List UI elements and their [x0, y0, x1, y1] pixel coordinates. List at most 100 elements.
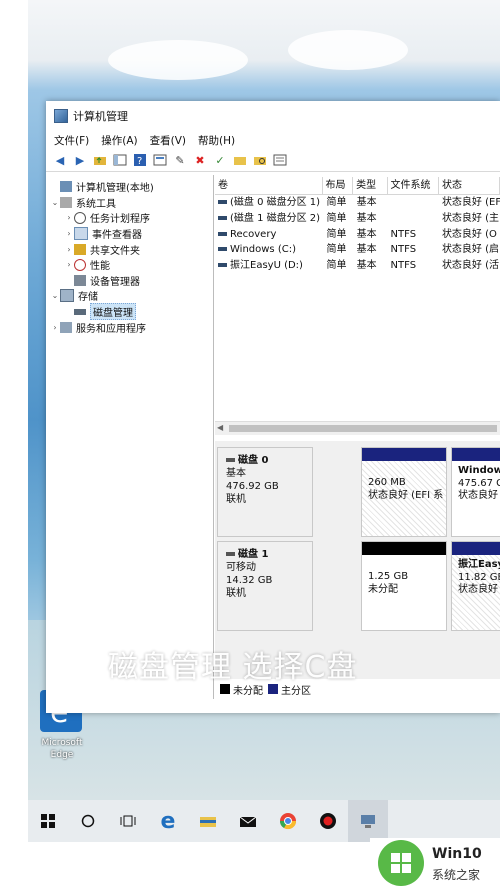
cloud	[288, 30, 408, 70]
volume-icon	[218, 200, 227, 204]
chrome-icon[interactable]	[268, 800, 308, 842]
volume-name: Windows (C:)	[230, 244, 296, 256]
chevron-right-icon[interactable]: ›	[64, 213, 74, 222]
properties-icon[interactable]	[152, 152, 168, 168]
scrollbar-thumb[interactable]	[229, 425, 497, 432]
volume-layout: 简单	[326, 228, 347, 240]
chevron-right-icon[interactable]: ›	[64, 260, 74, 269]
back-arrow-icon[interactable]: ◀	[52, 152, 68, 168]
volume-row[interactable]: (磁盘 1 磁盘分区 2) 简单 基本 状态良好 (主	[215, 211, 500, 227]
disk-name: 磁盘 0	[238, 455, 269, 466]
file-explorer-icon[interactable]	[188, 800, 228, 842]
volume-row[interactable]: 振江EasyU (D:) 简单 基本 NTFS 状态良好 (活	[215, 258, 500, 274]
chevron-right-icon[interactable]: ›	[64, 229, 74, 238]
disk-info[interactable]: 磁盘 1 可移动 14.32 GB 联机	[217, 541, 313, 631]
folder-icon[interactable]	[232, 152, 248, 168]
menu-view[interactable]: 查看(V)	[150, 133, 186, 148]
disk-status: 联机	[226, 494, 246, 505]
disk-0[interactable]: 磁盘 0 基本 476.92 GB 联机 260 MB 状态良好 (EFI 系 …	[215, 447, 500, 537]
tree-item-system-tools[interactable]: ⌄ 系统工具	[46, 195, 213, 211]
tree-item-event-viewer[interactable]: › 事件查看器	[46, 226, 213, 242]
forward-arrow-icon[interactable]: ▶	[72, 152, 88, 168]
tree-item-storage[interactable]: ⌄ 存储	[46, 288, 213, 304]
partition-bar	[452, 448, 500, 461]
menu-action[interactable]: 操作(A)	[101, 133, 137, 148]
task-view-icon[interactable]	[108, 800, 148, 842]
volume-icon	[218, 231, 227, 236]
volume-filesystem	[388, 195, 439, 211]
window-title: 计算机管理	[73, 110, 128, 123]
column-header-type[interactable]: 类型	[353, 177, 388, 194]
volume-filesystem: NTFS	[390, 228, 417, 240]
volume-icon	[218, 263, 227, 268]
chevron-down-icon[interactable]: ⌄	[50, 198, 60, 207]
delete-icon[interactable]: ✖	[192, 152, 208, 168]
connect-icon[interactable]: ✎	[172, 152, 188, 168]
volume-row[interactable]: Recovery 简单 基本 NTFS 状态良好 (O	[215, 227, 500, 243]
title-bar[interactable]: 计算机管理	[46, 101, 500, 131]
search-folder-icon[interactable]	[252, 152, 268, 168]
brand-subtitle: 系统之家	[432, 868, 481, 882]
start-windows-icon[interactable]	[28, 800, 68, 842]
volume-status: 状态良好 (EF	[441, 197, 500, 208]
disk-info[interactable]: 磁盘 0 基本 476.92 GB 联机	[217, 447, 313, 537]
disk-icon	[226, 458, 235, 462]
computer-management-taskbar-icon[interactable]	[348, 800, 388, 842]
record-icon[interactable]	[308, 800, 348, 842]
tree-item-label: 系统工具	[76, 198, 116, 210]
partition-windows-c[interactable]: Windows (C:) 475.67 GB NTFS 状态良好 (启动, 页面	[451, 447, 500, 537]
menu-help[interactable]: 帮助(H)	[198, 133, 235, 148]
partition-unallocated[interactable]: 1.25 GB 未分配	[361, 541, 447, 631]
disk-size: 476.92 GB	[226, 481, 279, 492]
column-header-layout[interactable]: 布局	[323, 177, 354, 194]
partition-easyu-d[interactable]: 振江EasyU (D:) 11.82 GB NTFS 状态良好 (活动, 主分	[451, 541, 500, 631]
tree-item-label: 性能	[90, 261, 110, 273]
tree-item-services-applications[interactable]: › 服务和应用程序	[46, 319, 213, 335]
up-folder-icon[interactable]	[92, 152, 108, 168]
tree-item-performance[interactable]: › 性能	[46, 257, 213, 273]
services-icon	[60, 321, 72, 333]
check-icon[interactable]: ✓	[212, 152, 228, 168]
menu-file[interactable]: 文件(F)	[54, 133, 89, 148]
tree-item-task-scheduler[interactable]: › 任务计划程序	[46, 210, 213, 226]
export-list-icon[interactable]	[272, 152, 288, 168]
search-circle-icon[interactable]	[68, 800, 108, 842]
column-header-filesystem[interactable]: 文件系统	[388, 177, 439, 194]
tree-item-shared-folders[interactable]: › 共享文件夹	[46, 241, 213, 257]
help-icon[interactable]: ?	[132, 152, 148, 168]
tree-item-label: 任务计划程序	[90, 214, 150, 226]
disk-icon	[226, 552, 235, 556]
chevron-down-icon[interactable]: ⌄	[50, 291, 60, 300]
computer-icon	[60, 181, 72, 193]
disk-1[interactable]: 磁盘 1 可移动 14.32 GB 联机 1.25 GB 未分配 振江EasyU…	[215, 541, 500, 631]
column-header-status[interactable]: 状态	[439, 177, 500, 194]
show-hide-tree-icon[interactable]	[112, 152, 128, 168]
scroll-left-arrow-icon[interactable]: ◀	[217, 423, 223, 432]
volume-filesystem: NTFS	[390, 260, 417, 272]
tools-icon	[60, 196, 72, 208]
volume-icon	[218, 247, 227, 252]
mail-icon[interactable]	[228, 800, 268, 842]
volume-layout: 简单	[326, 197, 347, 208]
tree-item-disk-management[interactable]: 磁盘管理	[46, 303, 213, 321]
edge-browser-icon[interactable]: e	[148, 800, 188, 842]
tree-item-label: 存储	[78, 292, 98, 304]
tree-item-computer-management[interactable]: 计算机管理(本地)	[46, 179, 213, 195]
tree-item-label: 磁盘管理	[90, 303, 136, 321]
tree-item-device-manager[interactable]: 设备管理器	[46, 273, 213, 289]
partition-efi[interactable]: 260 MB 状态良好 (EFI 系	[361, 447, 447, 537]
volume-filesystem: NTFS	[390, 244, 417, 256]
partition-name: Windows (C:)	[458, 465, 500, 476]
event-viewer-icon	[74, 227, 88, 241]
volume-row[interactable]: (磁盘 0 磁盘分区 1) 简单 基本 状态良好 (EF	[215, 195, 500, 211]
volume-row[interactable]: Windows (C:) 简单 基本 NTFS 状态良好 (启	[215, 242, 500, 258]
brand-name: Win10	[432, 846, 482, 862]
chevron-right-icon[interactable]: ›	[64, 245, 74, 254]
volume-layout: 简单	[326, 212, 347, 224]
performance-icon	[74, 258, 86, 271]
horizontal-scrollbar[interactable]: ◀	[215, 421, 500, 435]
svg-text:?: ?	[137, 156, 142, 167]
column-header-volume[interactable]: 卷	[215, 177, 323, 194]
volume-type: 基本	[356, 228, 377, 240]
chevron-right-icon[interactable]: ›	[50, 323, 60, 332]
